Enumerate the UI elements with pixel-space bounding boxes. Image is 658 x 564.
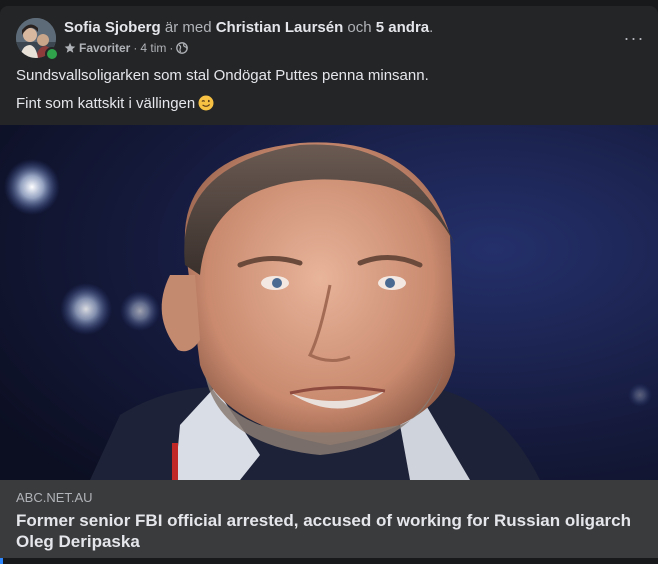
online-status-indicator (45, 47, 59, 61)
link-domain: ABC.NET.AU (16, 490, 93, 505)
title-period: . (429, 19, 434, 36)
feed-post: Sofia Sjoberg är med Christian Laursén o… (0, 6, 658, 558)
star-icon (64, 42, 76, 54)
globe-icon[interactable] (176, 42, 189, 54)
tagged-person-link[interactable]: Christian Laursén (216, 19, 344, 36)
audience-label[interactable]: Favoriter (79, 40, 130, 56)
post-meta-line: Favoriter · 4 tim · (64, 40, 612, 56)
and-text: och (347, 19, 372, 36)
more-options-button[interactable]: ··· (622, 26, 646, 50)
more-options-icon: ··· (623, 28, 645, 48)
winking-face-emoji (198, 95, 214, 111)
post-body-text: Sundsvallsoligarken som stal Ondögat Put… (16, 66, 642, 122)
link-title[interactable]: Former senior FBI official arrested, acc… (16, 510, 642, 552)
with-text: är med (164, 19, 212, 36)
post-header-text: Sofia Sjoberg är med Christian Laursén o… (64, 18, 612, 56)
meta-separator: · (133, 41, 138, 55)
link-preview-card[interactable]: ABC.NET.AU Former senior FBI official ar… (0, 480, 658, 558)
post-timestamp[interactable]: 4 tim (140, 40, 166, 56)
author-name-link[interactable]: Sofia Sjoberg (64, 19, 161, 36)
post-title-line: Sofia Sjoberg är med Christian Laursén o… (64, 18, 612, 38)
others-link[interactable]: 5 andra (376, 19, 429, 36)
post-text-line-2-wrapper: Fint som kattskit i vällingen (16, 94, 642, 114)
meta-separator-2: · (169, 41, 174, 55)
post-header: Sofia Sjoberg är med Christian Laursén o… (16, 18, 643, 61)
post-text-line-2: Fint som kattskit i vällingen (16, 95, 196, 112)
scroll-accent (0, 558, 3, 564)
link-preview-image[interactable] (0, 125, 658, 480)
post-text-line-1: Sundsvallsoligarken som stal Ondögat Put… (16, 67, 429, 84)
feed-bottom-strip (0, 558, 658, 564)
